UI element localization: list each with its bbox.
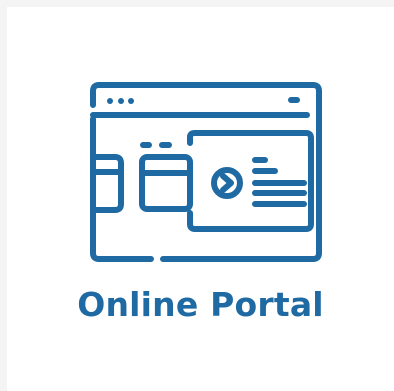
online-portal-tile[interactable]: Online Portal: [7, 7, 394, 391]
tile-label: Online Portal: [77, 285, 324, 324]
online-portal-icon: [90, 82, 322, 262]
